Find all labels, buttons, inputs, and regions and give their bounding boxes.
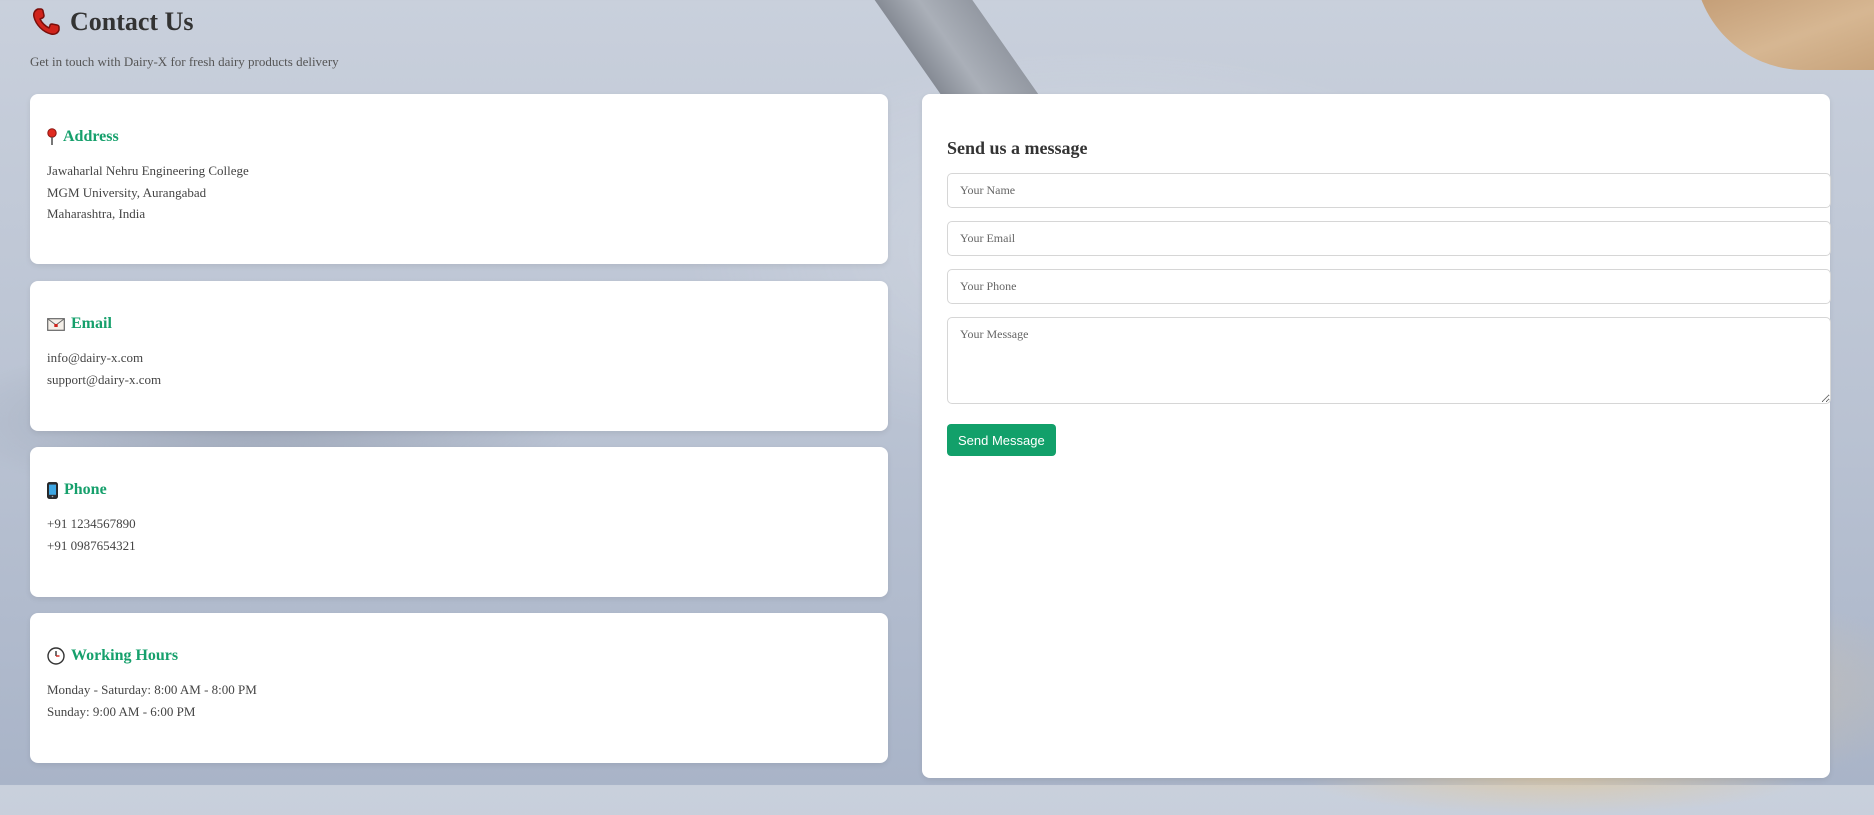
phone-heading-text: Phone [64, 481, 107, 498]
page-title-text: Contact Us [70, 7, 194, 36]
email-line: support@dairy-x.com [47, 371, 162, 387]
email-heading-text: Email [71, 315, 112, 332]
page-subtitle: Get in touch with Dairy-X for fresh dair… [30, 54, 339, 69]
background-wooden-board [1694, 0, 1874, 70]
phone-line: +91 1234567890 [47, 516, 136, 531]
address-heading-text: Address [63, 128, 119, 145]
contact-form: Send Message [947, 173, 1831, 456]
envelope-icon [47, 317, 65, 331]
phone-input[interactable] [947, 269, 1831, 304]
phone-icon [30, 6, 62, 38]
phone-line: +91 0987654321 [47, 537, 136, 553]
map-pin-icon [47, 128, 57, 146]
working-hours-card: Working Hours Monday - Saturday: 8:00 AM… [30, 613, 888, 763]
email-card: Email info@dairy-x.com support@dairy-x.c… [30, 281, 888, 431]
address-line: Maharashtra, India [47, 206, 146, 221]
phone-heading: Phone [47, 481, 871, 499]
clock-icon [47, 647, 65, 665]
name-input[interactable] [947, 173, 1831, 208]
address-heading: Address [47, 128, 871, 146]
send-message-button[interactable]: Send Message [947, 424, 1056, 456]
address-line: Jawaharlal Nehru Engineering College [47, 163, 249, 178]
working-hours-heading-text: Working Hours [71, 647, 179, 664]
contact-form-panel: Send us a message Send Message [922, 94, 1831, 778]
message-textarea[interactable] [947, 317, 1831, 404]
working-hours-line: Sunday: 9:00 AM - 6:00 PM [47, 703, 196, 719]
email-input[interactable] [947, 221, 1831, 256]
form-title: Send us a message [947, 138, 1088, 158]
email-line: info@dairy-x.com [47, 350, 144, 365]
mobile-phone-icon [47, 481, 58, 499]
page-title: Contact Us [30, 6, 339, 38]
page-header: Contact Us Get in touch with Dairy-X for… [30, 6, 339, 70]
working-hours-heading: Working Hours [47, 647, 871, 665]
working-hours-line: Monday - Saturday: 8:00 AM - 8:00 PM [47, 682, 257, 697]
email-heading: Email [47, 315, 871, 333]
address-card: Address Jawaharlal Nehru Engineering Col… [30, 94, 888, 264]
address-line: MGM University, Aurangabad [47, 184, 207, 200]
phone-card: Phone +91 1234567890 +91 0987654321 [30, 447, 888, 597]
